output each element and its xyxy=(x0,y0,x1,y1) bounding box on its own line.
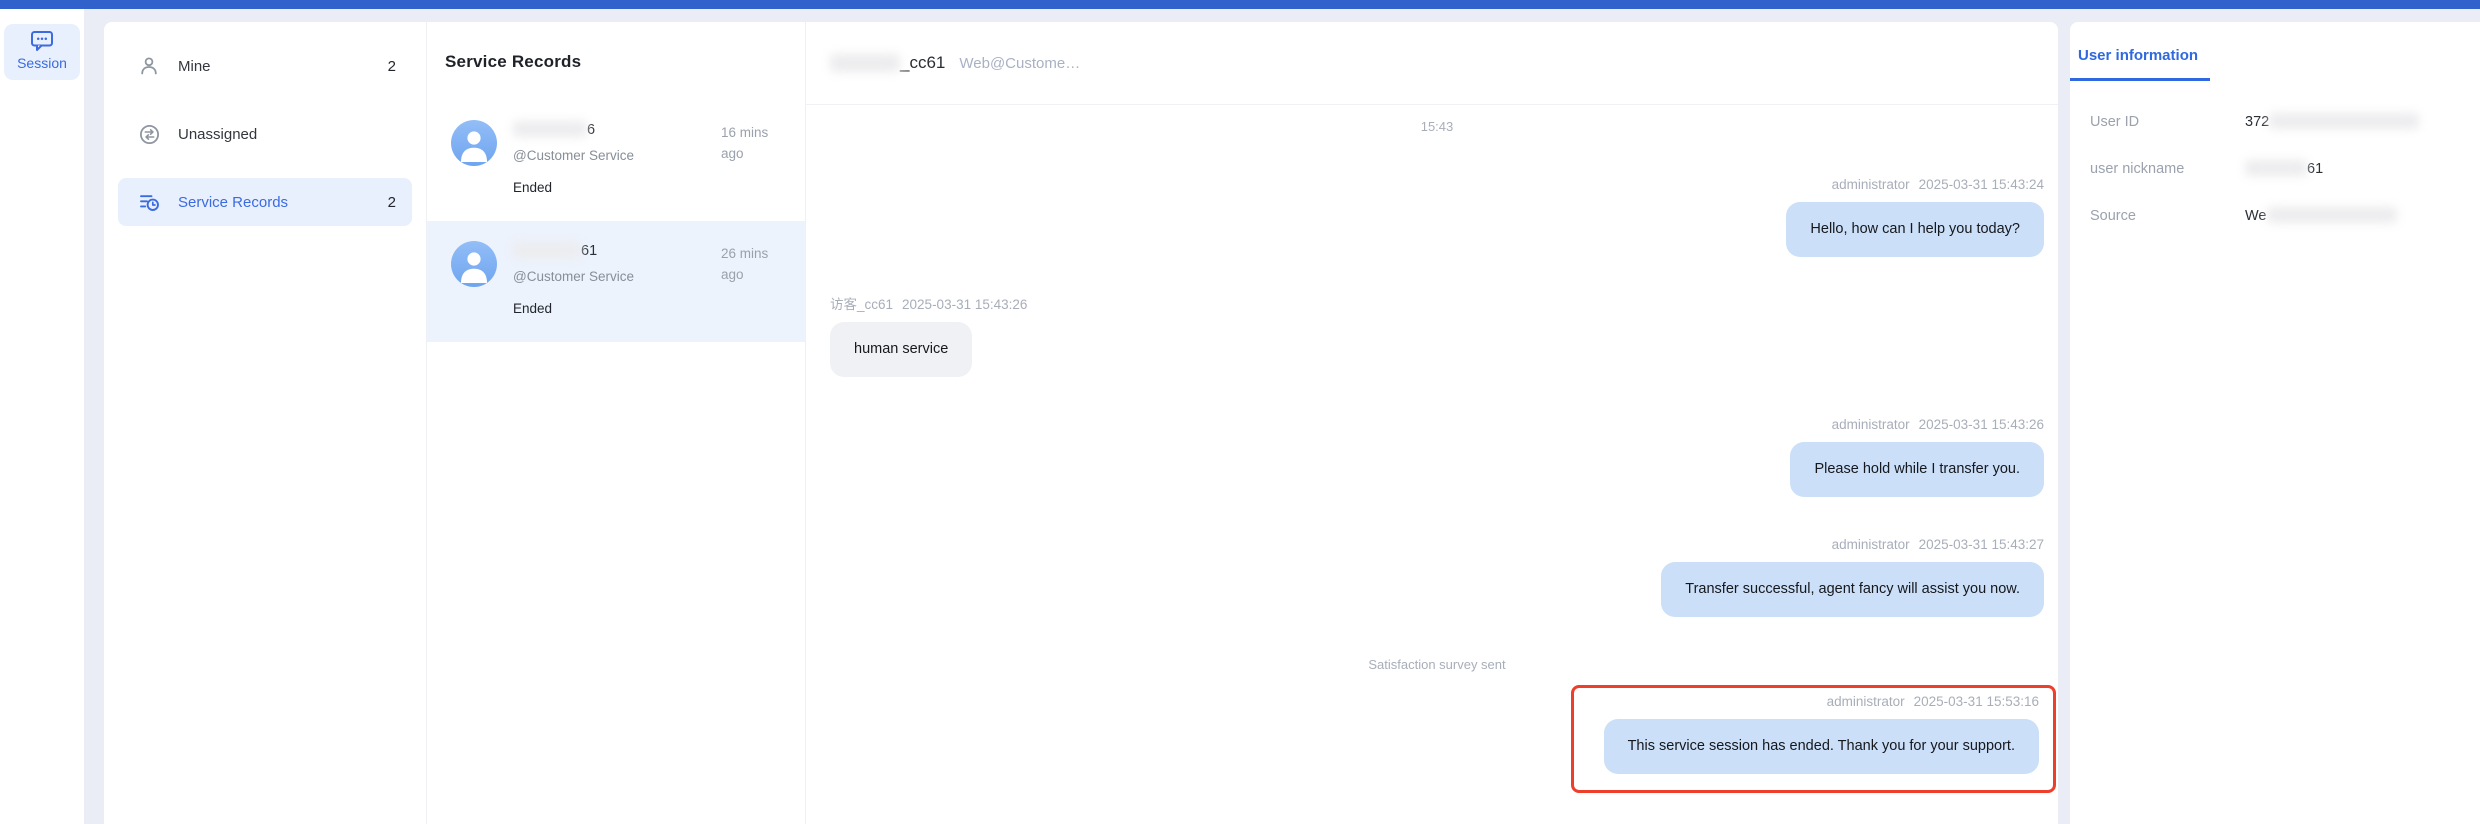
rail-item-session-label: Session xyxy=(17,55,67,71)
message-bubble: Hello, how can I help you today? xyxy=(1786,202,2044,257)
chat-channel: Web@Custome… xyxy=(959,54,1081,72)
message-author: administrator xyxy=(1831,417,1910,432)
redacted-text xyxy=(2266,207,2397,223)
record-subtitle: @Customer Service xyxy=(513,148,634,163)
tab-user-information[interactable]: User information xyxy=(2070,43,2211,81)
avatar xyxy=(451,120,497,166)
record-item[interactable]: 61 @Customer Service Ended 26 mins ago xyxy=(427,221,805,342)
record-name: 6 xyxy=(513,120,721,140)
chat-message: 访客_cc61 2025-03-31 15:43:26 human service xyxy=(830,297,2044,377)
message-time: 2025-03-31 15:43:26 xyxy=(902,297,1028,312)
transfer-arrows-icon xyxy=(138,123,160,145)
service-records-panel: Service Records 6 @Customer Service Ende… xyxy=(427,22,806,824)
nav-item-service-records[interactable]: Service Records 2 xyxy=(118,178,412,226)
message-author: administrator xyxy=(1826,694,1905,709)
chat-bubble-icon xyxy=(31,31,53,51)
chat-message: administrator 2025-03-31 15:43:24 Hello, … xyxy=(830,177,2044,257)
chat-message: administrator 2025-03-31 15:43:27 Transfe… xyxy=(830,537,2044,617)
chat-visitor-name: _cc61 xyxy=(900,53,946,72)
info-label: User ID xyxy=(2090,113,2140,130)
chat-message-list[interactable]: 15:43 administrator 2025-03-31 15:43:24 H… xyxy=(806,105,2058,824)
person-icon xyxy=(138,55,160,77)
chat-time-divider: 15:43 xyxy=(1420,119,1454,134)
record-name: 61 xyxy=(513,241,721,261)
nav-item-mine[interactable]: Mine 2 xyxy=(118,42,412,90)
message-meta: administrator 2025-03-31 15:43:26 xyxy=(1832,417,2044,433)
top-accent-bar xyxy=(0,0,2480,9)
user-info-row: user nickname 61 xyxy=(2070,160,2480,177)
user-information-panel: User information User ID 372 user nickna… xyxy=(2070,22,2480,824)
message-author: administrator xyxy=(1831,537,1910,552)
message-time: 2025-03-31 15:43:26 xyxy=(1918,417,2044,432)
info-value: 372 xyxy=(2245,113,2420,130)
message-time: 2025-03-31 15:43:24 xyxy=(1918,177,2044,192)
message-bubble: Transfer successful, agent fancy will as… xyxy=(1661,562,2044,617)
record-item[interactable]: 6 @Customer Service Ended 16 mins ago xyxy=(427,100,805,221)
record-subtitle: @Customer Service xyxy=(513,269,634,284)
message-bubble: Please hold while I transfer you. xyxy=(1790,442,2044,497)
info-label: user nickname xyxy=(2090,160,2185,177)
nav-item-label: Mine xyxy=(178,57,211,75)
chat-message: administrator 2025-03-31 15:43:26 Please … xyxy=(830,417,2044,497)
user-info-row: User ID 372 xyxy=(2070,113,2480,130)
chat-panel: _cc61 Web@Custome… 15:43 administrator 20… xyxy=(806,22,2058,824)
session-nav: Mine 2 Unassigned Service Records 2 xyxy=(104,22,427,824)
nav-item-unassigned[interactable]: Unassigned xyxy=(118,110,412,158)
message-author: 访客_cc61 xyxy=(830,297,894,312)
message-meta: 访客_cc61 2025-03-31 15:43:26 xyxy=(830,297,1027,313)
record-time: 26 mins ago xyxy=(721,246,769,282)
user-info-rows: User ID 372 user nickname 61 Source We xyxy=(2070,113,2480,224)
nav-item-count: 2 xyxy=(387,57,396,75)
message-author: administrator xyxy=(1831,177,1910,192)
list-clock-icon xyxy=(138,191,160,213)
record-item-main: 6 @Customer Service Ended xyxy=(513,120,721,197)
message-meta: administrator 2025-03-31 15:53:16 xyxy=(1827,694,2039,710)
redacted-text xyxy=(830,54,900,72)
left-rail: Session xyxy=(0,9,84,824)
nav-item-label: Unassigned xyxy=(178,125,258,143)
highlighted-message-box: administrator 2025-03-31 15:53:16 This se… xyxy=(1570,685,2056,793)
panel-title: Service Records xyxy=(445,52,582,71)
message-bubble: This service session has ended. Thank yo… xyxy=(1603,719,2039,774)
info-label: Source xyxy=(2090,207,2136,224)
record-status: Ended xyxy=(513,301,553,316)
redacted-text xyxy=(513,242,581,258)
redacted-text xyxy=(513,121,587,137)
record-item-main: 61 @Customer Service Ended xyxy=(513,241,721,318)
system-notice: Satisfaction survey sent xyxy=(1368,657,1506,672)
info-value: 61 xyxy=(2245,160,2323,177)
redacted-text xyxy=(2269,113,2420,129)
user-info-row: Source We xyxy=(2070,207,2480,224)
nav-item-label: Service Records xyxy=(178,193,289,211)
redacted-text xyxy=(2245,160,2307,176)
message-time: 2025-03-31 15:53:16 xyxy=(1913,694,2039,709)
workspace-card: Mine 2 Unassigned Service Records 2 Serv… xyxy=(104,22,2058,824)
record-status: Ended xyxy=(513,180,553,195)
message-meta: administrator 2025-03-31 15:43:24 xyxy=(1832,177,2044,193)
avatar xyxy=(451,241,497,287)
rail-item-session[interactable]: Session xyxy=(4,24,80,80)
info-value: We xyxy=(2245,207,2397,224)
message-meta: administrator 2025-03-31 15:43:27 xyxy=(1832,537,2044,553)
message-time: 2025-03-31 15:43:27 xyxy=(1918,537,2044,552)
chat-header: _cc61 Web@Custome… xyxy=(806,22,2058,105)
record-time: 16 mins ago xyxy=(721,125,769,161)
message-bubble: human service xyxy=(830,322,973,377)
nav-item-count: 2 xyxy=(387,193,396,211)
